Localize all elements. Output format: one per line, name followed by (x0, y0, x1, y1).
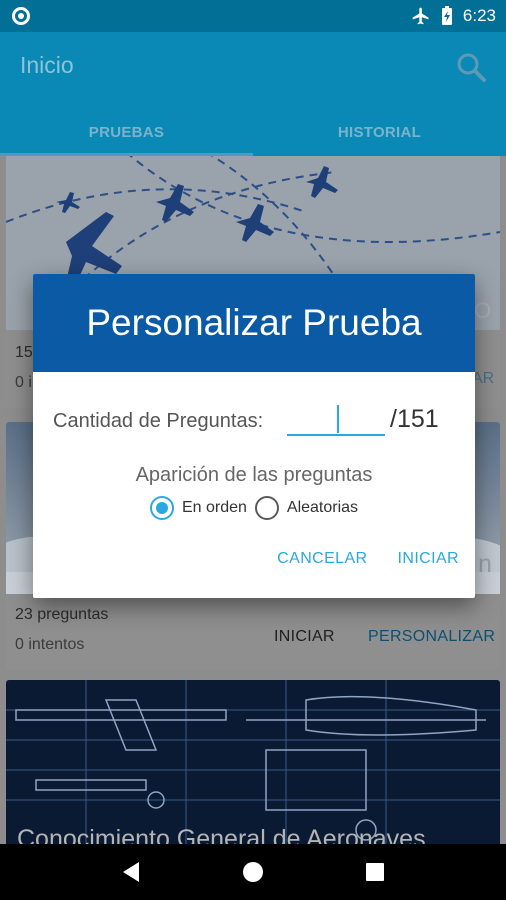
app-bar: Inicio PRUEBAS HISTORIAL (0, 32, 506, 156)
card-image-blueprint (6, 680, 500, 844)
quantity-input[interactable] (287, 400, 385, 436)
radio-label: Aleatorias (286, 499, 359, 516)
radio-in-order[interactable]: En orden (149, 496, 247, 520)
dialog-actions: CANCELAR INICIAR (277, 550, 459, 568)
tab-bar: PRUEBAS HISTORIAL (0, 108, 506, 156)
status-bar: 6:23 (0, 0, 506, 32)
text-cursor (337, 405, 339, 433)
radio-checked-icon[interactable] (149, 496, 174, 520)
status-icons: 6:23 (411, 5, 496, 27)
system-nav-bar (0, 844, 506, 900)
dialog-header: Personalizar Prueba (33, 274, 475, 372)
start-button[interactable]: INICIAR (274, 628, 335, 646)
order-label: Aparición de las preguntas (135, 464, 373, 486)
search-icon[interactable] (454, 50, 488, 84)
card-title: Conocimiento General de Aeronaves (17, 825, 426, 844)
airplane-mode-icon (412, 7, 429, 25)
quantity-total: /151 (390, 405, 439, 433)
order-radio-group: En orden Aleatorias (33, 496, 475, 520)
radio-label: En orden (181, 499, 247, 516)
tab-pruebas[interactable]: PRUEBAS (0, 108, 253, 156)
radio-unchecked-icon[interactable] (254, 496, 279, 520)
radio-random[interactable]: Aleatorias (254, 496, 359, 520)
battery-charging-icon (441, 6, 452, 25)
test-card[interactable]: Conocimiento General de Aeronaves (6, 680, 500, 844)
notification-circle-icon (12, 7, 30, 25)
card-title-peek: O (474, 298, 492, 323)
home-icon[interactable] (233, 852, 273, 892)
card-questions: 15 (15, 344, 33, 361)
dialog-title: Personalizar Prueba (86, 302, 422, 343)
card-action-peek[interactable]: AR (472, 370, 494, 388)
card-title-peek: n (478, 550, 492, 578)
app-title: Inicio (20, 52, 74, 78)
status-time: 6:23 (462, 6, 496, 25)
back-icon[interactable] (111, 852, 151, 892)
card-questions: 23 preguntas (15, 606, 109, 623)
recents-icon[interactable] (355, 852, 395, 892)
card-attempts: 0 i (15, 374, 32, 391)
customize-test-dialog: Personalizar Prueba Cantidad de Pregunta… (33, 274, 475, 598)
tab-historial[interactable]: HISTORIAL (253, 108, 506, 156)
cancel-button[interactable]: CANCELAR (277, 550, 367, 568)
card-attempts: 0 intentos (15, 636, 85, 653)
customize-button[interactable]: PERSONALIZAR (368, 628, 495, 646)
start-button[interactable]: INICIAR (398, 550, 459, 568)
quantity-label: Cantidad de Preguntas: (53, 410, 264, 432)
